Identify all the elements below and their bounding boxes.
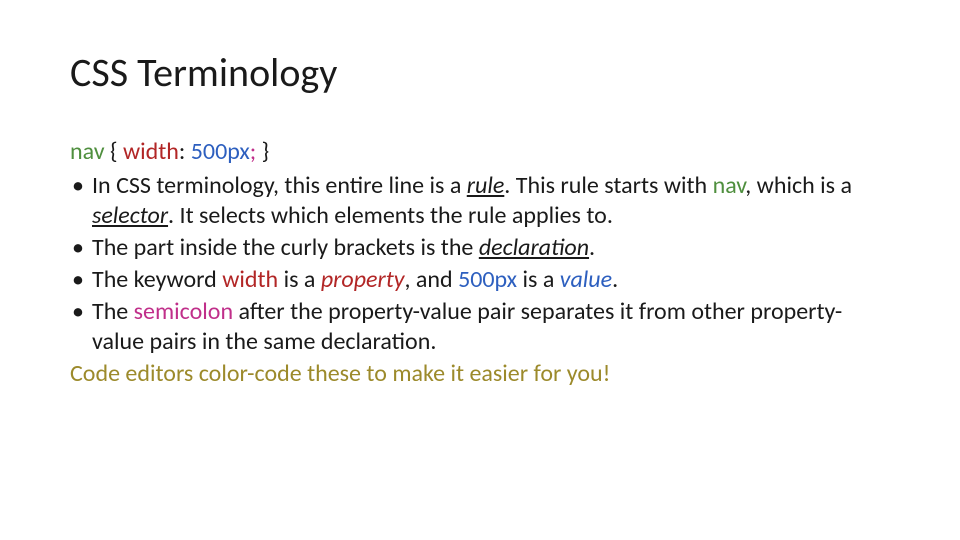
code-brace-open: { [105,137,123,166]
code-property: width [123,137,179,166]
list-item: The keyword width is a property, and 500… [70,265,890,295]
text: The keyword [92,265,222,294]
code-selector: nav [70,137,105,166]
slide: CSS Terminology nav { width: 500px; } In… [0,0,960,540]
code-brace-close: } [256,137,269,166]
text: , which is a [745,171,852,200]
list-item: The part inside the curly brackets is th… [70,233,890,263]
text: In CSS terminology, this entire line is … [92,171,467,200]
term-nav: nav [713,171,746,200]
list-item: In CSS terminology, this entire line is … [70,171,890,231]
text: . This rule starts with [504,171,712,200]
term-width: width [222,265,278,294]
list-item: The semicolon after the property-value p… [70,297,890,357]
term-value-num: 500px [458,265,517,294]
term-rule: rule [467,171,505,200]
code-value: 500px [191,137,250,166]
bullet-list: In CSS terminology, this entire line is … [70,171,890,357]
slide-body: nav { width: 500px; } In CSS terminology… [70,137,890,389]
term-declaration: declaration [479,233,589,262]
text: The [92,297,134,326]
text: . [612,265,618,294]
closing-note: Code editors color-code these to make it… [70,359,890,389]
text: The part inside the curly brackets is th… [92,233,479,262]
term-value-word: value [560,265,612,294]
code-example: nav { width: 500px; } [70,137,890,167]
text: is a [517,265,560,294]
term-selector: selector [92,201,168,230]
code-colon: : [179,137,191,166]
text: . [589,233,595,262]
text: is a [278,265,321,294]
slide-title: CSS Terminology [70,48,890,97]
term-property: property [321,265,405,294]
text: . It selects which elements the rule app… [168,201,613,230]
text: , and [405,265,459,294]
term-semicolon: semicolon [134,297,233,326]
